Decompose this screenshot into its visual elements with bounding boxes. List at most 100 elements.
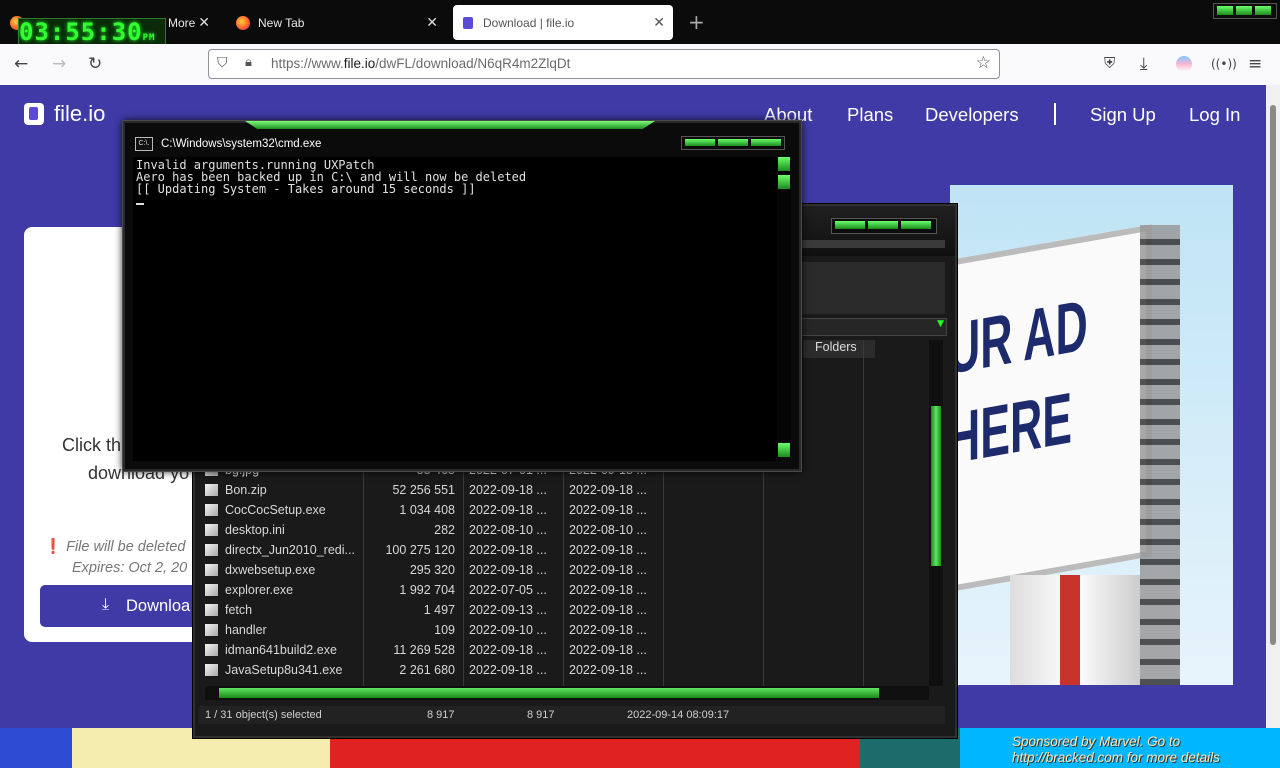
exe-icon bbox=[205, 644, 218, 656]
shield-icon[interactable]: ⛉ bbox=[217, 55, 228, 71]
exe-icon bbox=[205, 504, 218, 516]
file-row[interactable]: explorer.exe 1 992 704 2022-07-05 ... 2022-… bbox=[203, 580, 929, 600]
expiry-text: Expires: Oct 2, 20 bbox=[72, 560, 188, 576]
clock-suffix: PM bbox=[142, 33, 156, 43]
exe-icon bbox=[205, 584, 218, 596]
cmd-window-buttons bbox=[681, 136, 785, 150]
cmd-icon: C:\. bbox=[135, 137, 153, 151]
lock-icon[interactable]: 🔒︎ bbox=[245, 55, 252, 70]
selection-status: 1 / 31 object(s) selected bbox=[205, 709, 322, 721]
nav-divider bbox=[1054, 103, 1056, 125]
zip-icon bbox=[205, 484, 218, 496]
file-row[interactable]: idman641build2.exe 11 269 528 2022-09-18 .… bbox=[203, 640, 929, 660]
download-icon: ⤓ bbox=[102, 596, 110, 613]
file-row[interactable]: dxwebsetup.exe 295 320 2022-09-18 ... 2022-… bbox=[203, 560, 929, 580]
file-row[interactable]: CocCocSetup.exe 1 034 408 2022-09-18 ... 20… bbox=[203, 500, 929, 520]
sponsor-text: Sponsored by Marvel. Go to http://bracked… bbox=[1012, 734, 1220, 765]
logo-text: file.io bbox=[54, 101, 106, 126]
explorer-window-buttons bbox=[831, 218, 937, 234]
forward-icon[interactable]: → bbox=[52, 54, 66, 74]
scroll-up-arrow[interactable] bbox=[778, 157, 790, 171]
explorer-path-combo[interactable]: ▼ bbox=[800, 318, 947, 336]
tab-3-label: Download | file.io bbox=[483, 15, 575, 30]
explorer-address-area bbox=[800, 262, 945, 314]
info-icon: ❗ bbox=[44, 539, 63, 555]
billboard-text: UR AD HERE bbox=[950, 285, 1088, 480]
close-tab-icon[interactable]: ✕ bbox=[653, 14, 665, 31]
file-icon bbox=[205, 624, 218, 636]
exe-icon bbox=[205, 564, 218, 576]
pocket-icon[interactable]: ⛨ bbox=[1104, 54, 1115, 72]
menu-icon[interactable]: ≡ bbox=[1248, 54, 1262, 74]
tab-2-label: New Tab bbox=[258, 15, 305, 30]
site-logo[interactable]: file.io bbox=[24, 101, 105, 127]
exe-icon bbox=[205, 664, 218, 676]
deletion-warning: ❗ File will be deleted bbox=[44, 539, 186, 555]
downloads-icon[interactable]: ⤓ bbox=[1140, 54, 1148, 74]
desktop-clock: 03:55:30PM bbox=[18, 18, 166, 46]
fileio-logo-icon bbox=[24, 103, 44, 125]
scroll-thumb[interactable] bbox=[931, 406, 941, 566]
file-row[interactable]: desktop.ini 282 2022-08-10 ... 2022-08-10 .… bbox=[203, 520, 929, 540]
tab-3[interactable]: Download | file.io ✕ bbox=[453, 5, 673, 40]
download-button-label: Downloa bbox=[126, 597, 191, 615]
file-row[interactable]: Bon.zip 52 256 551 2022-09-18 ... 2022-09-1… bbox=[203, 480, 929, 500]
console-cursor bbox=[136, 203, 144, 205]
close-button[interactable] bbox=[751, 139, 781, 146]
column-header-folders[interactable]: Folders bbox=[803, 340, 875, 358]
cmd-scrollbar[interactable] bbox=[777, 157, 791, 457]
maximize-button[interactable] bbox=[718, 139, 748, 146]
file-row[interactable]: JavaSetup8u341.exe 2 261 680 2022-09-18 ..… bbox=[203, 660, 929, 680]
explorer-horizontal-scrollbar[interactable] bbox=[205, 686, 929, 700]
cmd-title-glow bbox=[245, 121, 655, 129]
reload-icon[interactable]: ↻ bbox=[88, 54, 102, 74]
exe-icon bbox=[205, 544, 218, 556]
close-tab-icon[interactable]: ✕ bbox=[426, 14, 438, 31]
nav-plans[interactable]: Plans bbox=[847, 104, 893, 126]
file-row[interactable]: handler 109 2022-09-10 ... 2022-09-18 ... bbox=[203, 620, 929, 640]
scroll-thumb[interactable] bbox=[778, 175, 790, 189]
explorer-vertical-scrollbar[interactable] bbox=[929, 340, 943, 686]
fileio-tab-icon bbox=[463, 16, 473, 29]
url-bar[interactable]: ⛉ 🔒︎ https://www.file.io/dwFL/download/N… bbox=[208, 49, 1000, 79]
tab-2[interactable]: New Tab ✕ bbox=[226, 5, 446, 40]
minimize-button[interactable] bbox=[835, 221, 865, 229]
file-row[interactable]: directx_Jun2010_redi... 100 275 120 2022-0… bbox=[203, 540, 929, 560]
scroll-down-arrow[interactable] bbox=[778, 443, 790, 457]
chevron-down-icon[interactable]: ▼ bbox=[937, 319, 944, 329]
scroll-thumb[interactable] bbox=[219, 688, 879, 698]
clock-time: 03:55:30 bbox=[19, 18, 143, 46]
maximize-button[interactable] bbox=[868, 221, 898, 229]
cmd-window[interactable]: C:\. C:\Windows\system32\cmd.exe Invalid… bbox=[123, 121, 801, 471]
status-size-2: 8 917 bbox=[527, 709, 555, 721]
bookmark-star-icon[interactable]: ☆ bbox=[976, 53, 991, 73]
back-icon[interactable]: ← bbox=[14, 54, 28, 74]
console-line: [[ Updating System - Takes around 15 sec… bbox=[136, 182, 476, 196]
close-tab-icon[interactable]: ✕ bbox=[198, 14, 210, 31]
file-list: bg.jpg55 4652022-07-01 ...2022-09-18 ...… bbox=[203, 460, 929, 684]
url-text: https://www.file.io/dwFL/download/N6qR4m… bbox=[271, 56, 571, 71]
browser-tab-bar: More ✕ New Tab ✕ Download | file.io ✕ + bbox=[0, 0, 1280, 44]
explorer-status-bar: 1 / 31 object(s) selected 8 917 8 917 20… bbox=[199, 706, 945, 724]
nav-log-in[interactable]: Log In bbox=[1189, 104, 1240, 126]
file-icon bbox=[205, 604, 218, 616]
cmd-console[interactable]: Invalid arguments.running UXPatch Aero ha… bbox=[133, 157, 781, 461]
scroll-thumb[interactable] bbox=[1270, 105, 1276, 645]
ini-icon bbox=[205, 524, 218, 536]
minimize-button[interactable] bbox=[685, 139, 715, 146]
account-icon[interactable] bbox=[1176, 56, 1192, 72]
overlay-window-buttons bbox=[1213, 3, 1277, 19]
page-scrollbar[interactable] bbox=[1266, 85, 1280, 728]
extension-icon[interactable]: ((•)) bbox=[1211, 57, 1237, 71]
nav-developers[interactable]: Developers bbox=[925, 104, 1019, 126]
status-size-1: 8 917 bbox=[427, 709, 455, 721]
file-row[interactable]: fetch 1 497 2022-09-13 ... 2022-09-18 ... bbox=[203, 600, 929, 620]
explorer-toolbar bbox=[800, 240, 945, 248]
nav-sign-up[interactable]: Sign Up bbox=[1090, 104, 1156, 126]
ad-billboard[interactable]: UR AD HERE bbox=[950, 185, 1233, 685]
browser-nav-bar: ← → ↻ ⛉ 🔒︎ https://www.file.io/dwFL/down… bbox=[0, 44, 1280, 86]
firefox-icon bbox=[236, 15, 250, 30]
close-button[interactable] bbox=[901, 221, 931, 229]
new-tab-icon[interactable]: + bbox=[688, 10, 705, 34]
billboard-tower bbox=[1140, 225, 1180, 685]
